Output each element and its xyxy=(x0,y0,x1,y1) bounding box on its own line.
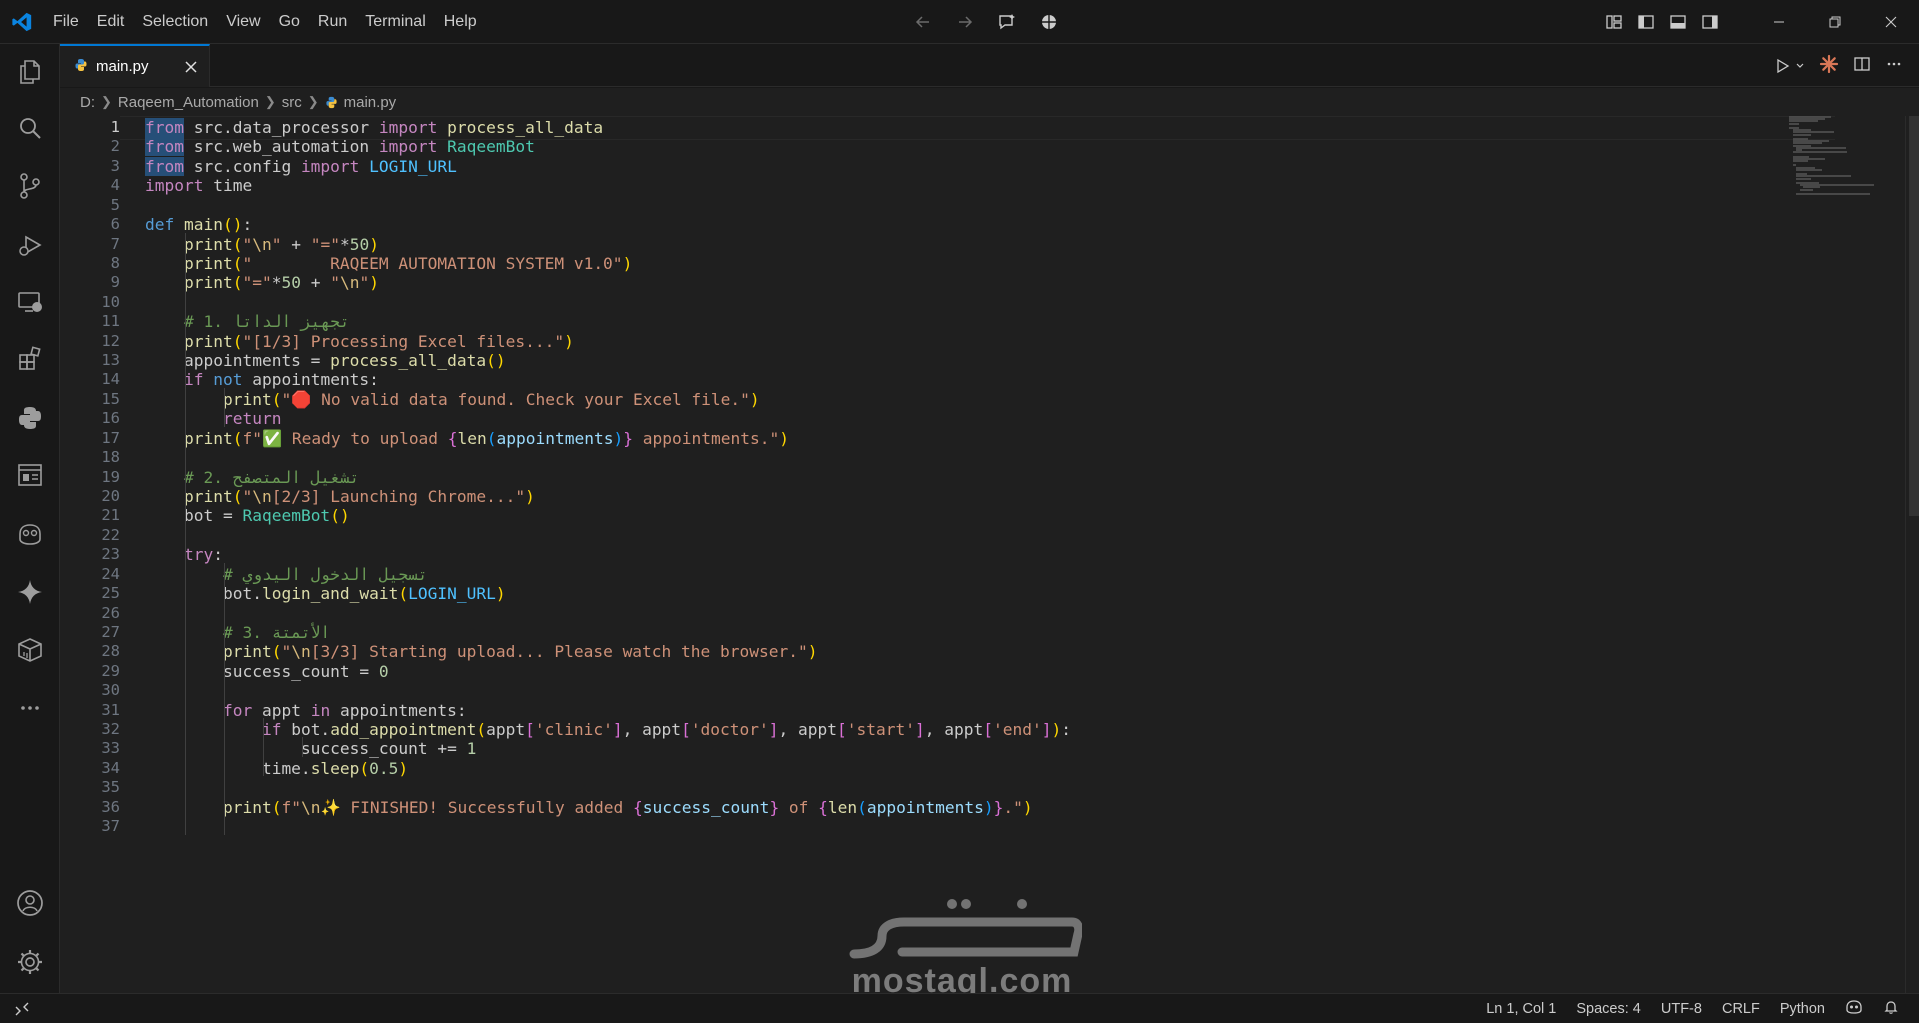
minimap-line xyxy=(1789,122,1799,125)
toggle-secondary-sidebar-icon[interactable] xyxy=(1699,11,1721,33)
code-line[interactable]: print("="*50 + "\n") xyxy=(145,271,379,295)
code-editor[interactable]: 1 2 3 4 5 6 7 8 9 10 11 12 13 14 15 16 17 18 19 20 21 22 23 24 2… xyxy=(60,116,1919,993)
title-center-controls xyxy=(912,9,1060,35)
menu-view[interactable]: View xyxy=(217,7,269,37)
menu-help[interactable]: Help xyxy=(435,7,486,37)
end-of-line[interactable]: CRLF xyxy=(1712,1001,1770,1017)
run-debug-icon[interactable] xyxy=(0,219,60,271)
minimap-line xyxy=(1796,193,1870,195)
minimap-line xyxy=(1792,151,1848,154)
indent-guide xyxy=(184,232,186,835)
browser-preview-icon[interactable] xyxy=(0,449,60,501)
minimap-line xyxy=(1792,160,1808,162)
code-line[interactable]: bot.login_and_wait(LOGIN_URL) xyxy=(145,582,506,606)
menu-edit[interactable]: Edit xyxy=(88,7,134,37)
forward-arrow-icon[interactable] xyxy=(954,11,976,33)
settings-gear-icon[interactable] xyxy=(0,936,60,988)
minimap-line xyxy=(1796,168,1823,171)
indent-guide xyxy=(301,737,303,757)
extensions-icon[interactable] xyxy=(0,333,60,385)
toggle-panel-icon[interactable] xyxy=(1667,11,1689,33)
tab-close-icon[interactable] xyxy=(181,57,201,77)
code-line[interactable]: bot = RaqeemBot() xyxy=(145,504,350,528)
minimap-line xyxy=(1799,188,1814,191)
remote-indicator-icon[interactable] xyxy=(0,994,44,1023)
scrollbar-thumb[interactable] xyxy=(1909,116,1919,516)
indent-guide xyxy=(223,387,225,427)
claude-spark-icon[interactable] xyxy=(1819,54,1839,78)
breadcrumb-chevron-icon: ❯ xyxy=(264,94,276,109)
tab-label: main.py xyxy=(96,58,149,75)
python-icon[interactable] xyxy=(0,392,60,444)
activity-bar xyxy=(0,44,60,993)
status-right: Ln 1, Col 1 Spaces: 4 UTF-8 CRLF Python xyxy=(1476,994,1909,1023)
source-control-icon[interactable] xyxy=(0,160,60,212)
split-editor-icon[interactable] xyxy=(1853,55,1871,77)
python-file-icon xyxy=(325,96,338,109)
customize-layout-icon[interactable] xyxy=(1603,11,1625,33)
breadcrumb-drive[interactable]: D: xyxy=(80,94,95,111)
minimap-line xyxy=(1796,146,1846,149)
cursor-position[interactable]: Ln 1, Col 1 xyxy=(1476,1001,1566,1017)
vscode-logo-icon xyxy=(0,0,44,44)
language-mode[interactable]: Python xyxy=(1770,1001,1835,1017)
back-arrow-icon[interactable] xyxy=(912,11,934,33)
minimap-line xyxy=(1792,133,1811,136)
breadcrumb-chevron-icon: ❯ xyxy=(307,94,319,109)
minimap[interactable] xyxy=(1789,116,1899,216)
layout-controls xyxy=(1603,11,1721,33)
menu-terminal[interactable]: Terminal xyxy=(356,7,434,37)
more-actions-icon[interactable] xyxy=(1885,55,1903,77)
menu-bar: File Edit Selection View Go Run Terminal… xyxy=(44,0,486,44)
editor-scrollbar[interactable] xyxy=(1905,116,1919,993)
explorer-files-icon[interactable] xyxy=(0,46,60,98)
menu-run[interactable]: Run xyxy=(309,7,356,37)
copilot-chat-icon[interactable] xyxy=(996,11,1018,33)
python-file-icon xyxy=(74,57,88,76)
menu-go[interactable]: Go xyxy=(270,7,309,37)
menu-file[interactable]: File xyxy=(44,7,88,37)
breadcrumb: D: ❯ Raqeem_Automation ❯ src ❯ main.py xyxy=(60,88,1919,116)
breadcrumb-subfolder[interactable]: src xyxy=(282,94,302,111)
indent-guide xyxy=(223,562,225,835)
code-line[interactable]: success_count = 0 xyxy=(145,660,389,684)
title-right-controls xyxy=(1603,0,1919,44)
indent-guide xyxy=(262,718,264,777)
account-icon[interactable] xyxy=(0,877,60,929)
notifications-bell-icon[interactable] xyxy=(1873,999,1909,1019)
editor-tab-bar: main.py xyxy=(60,44,1919,87)
code-line[interactable]: print(f"✅ Ready to upload {len(appointme… xyxy=(145,427,789,451)
line-number: 37 xyxy=(101,817,120,836)
code-line[interactable]: print(f"\n✨ FINISHED! Successfully added… xyxy=(145,796,1033,820)
search-icon[interactable] xyxy=(0,102,60,154)
more-views-icon[interactable] xyxy=(0,682,60,734)
code-line[interactable]: import time xyxy=(145,174,252,198)
toggle-primary-sidebar-icon[interactable] xyxy=(1635,11,1657,33)
menu-selection[interactable]: Selection xyxy=(133,7,217,37)
close-window-button[interactable] xyxy=(1863,0,1919,44)
breadcrumb-folder[interactable]: Raqeem_Automation xyxy=(118,94,259,111)
package-box-icon[interactable] xyxy=(0,624,60,676)
gemini-sparkle-icon[interactable] xyxy=(0,566,60,618)
minimap-line xyxy=(1796,177,1812,180)
indentation-setting[interactable]: Spaces: 4 xyxy=(1566,1001,1651,1017)
remote-explorer-icon[interactable] xyxy=(0,276,60,328)
tab-main-py[interactable]: main.py xyxy=(60,44,210,87)
title-bar: File Edit Selection View Go Run Terminal… xyxy=(0,0,1919,44)
restore-button[interactable] xyxy=(1807,0,1863,44)
copilot-status-icon[interactable] xyxy=(1835,999,1873,1019)
minimize-button[interactable] xyxy=(1751,0,1807,44)
run-python-file-icon[interactable] xyxy=(1775,58,1805,74)
editor-actions xyxy=(1775,54,1903,78)
breadcrumb-chevron-icon: ❯ xyxy=(101,94,112,109)
breadcrumb-file[interactable]: main.py xyxy=(344,94,397,111)
accounts-globe-icon[interactable] xyxy=(1038,11,1060,33)
status-bar: Ln 1, Col 1 Spaces: 4 UTF-8 CRLF Python xyxy=(0,993,1919,1023)
file-encoding[interactable]: UTF-8 xyxy=(1651,1001,1712,1017)
copilot-icon[interactable] xyxy=(0,508,60,560)
